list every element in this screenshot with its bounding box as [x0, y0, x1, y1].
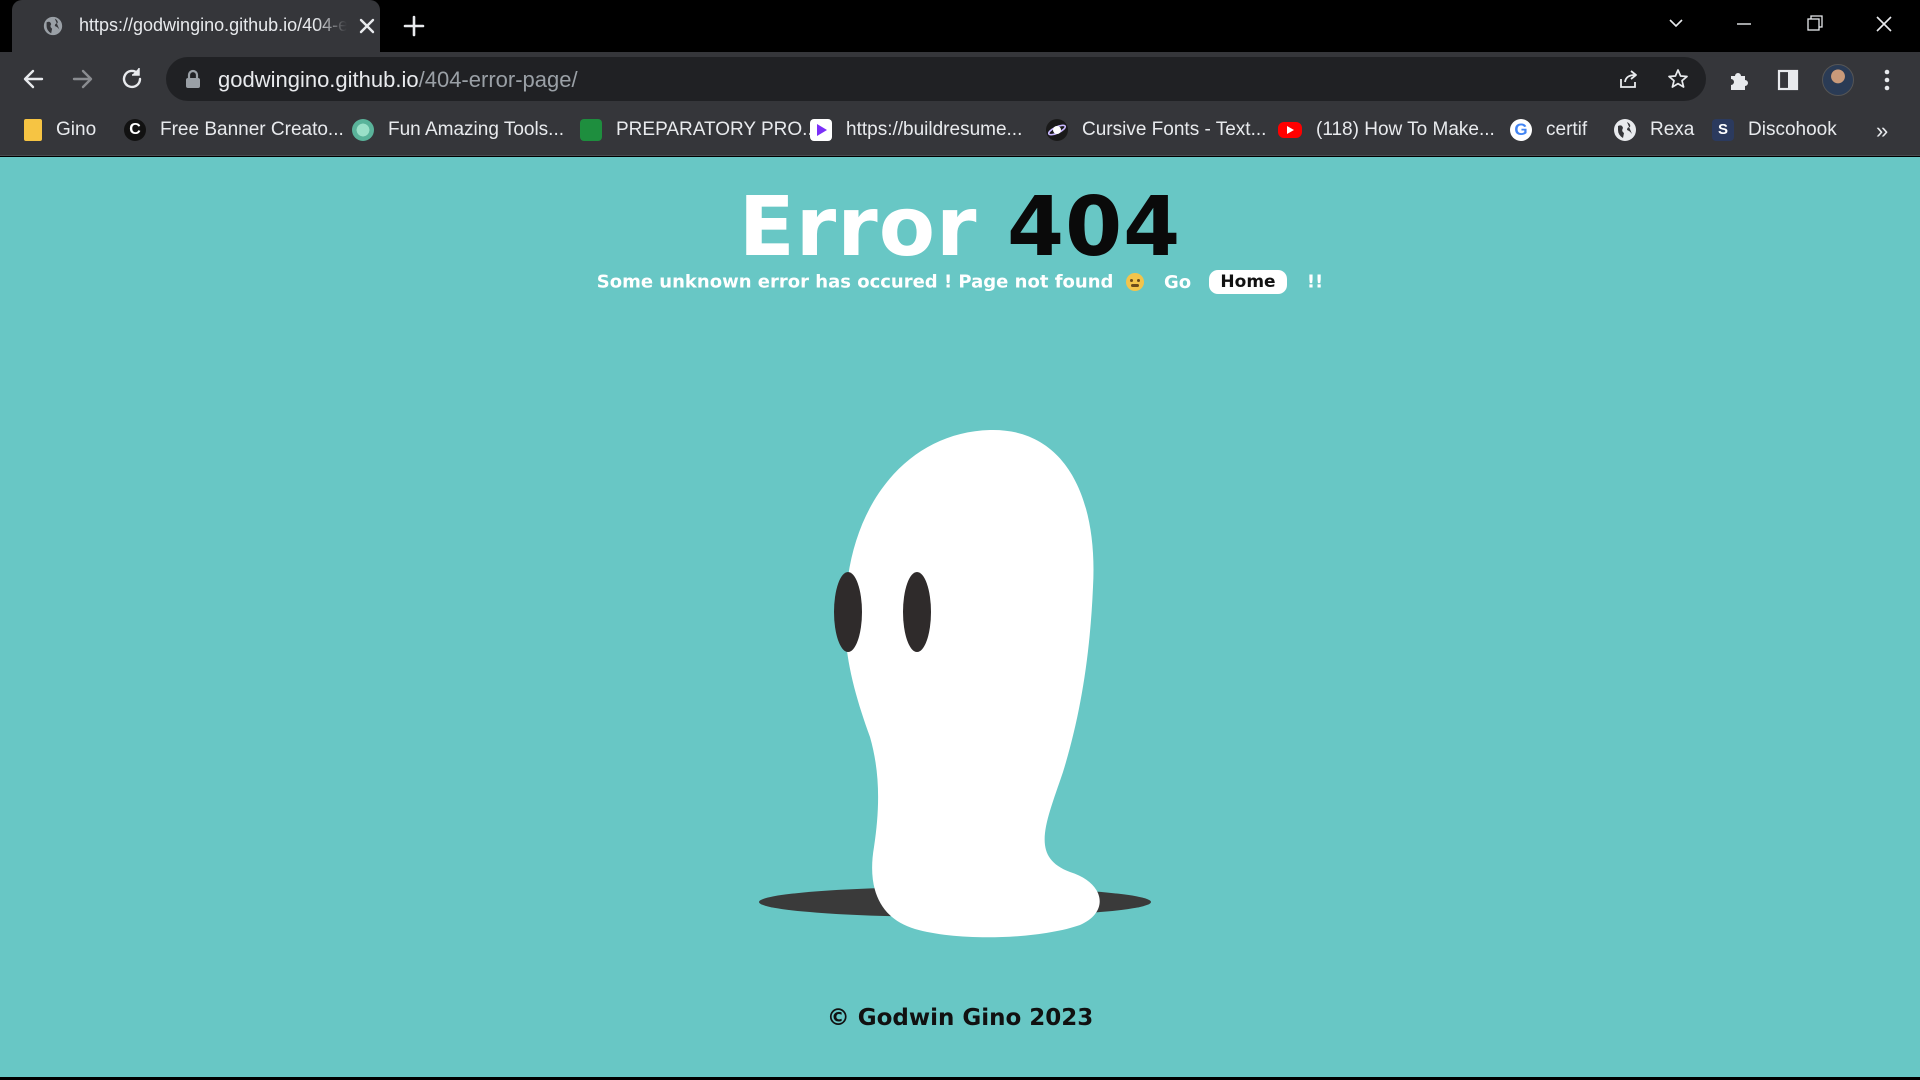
menu-kebab-icon[interactable]	[1874, 67, 1900, 93]
ghost-illustration	[759, 429, 1151, 938]
bookmark-cursive-fonts[interactable]: Cursive Fonts - Text...	[1046, 116, 1266, 144]
discohook-icon: S	[1712, 119, 1734, 141]
bookmark-label: PREPARATORY PRO...	[616, 119, 819, 140]
back-icon[interactable]	[20, 65, 48, 93]
ghost-body	[844, 429, 1100, 938]
bookmark-label: Fun Amazing Tools...	[388, 119, 565, 140]
bookmark-fun-tools[interactable]: Fun Amazing Tools...	[352, 116, 564, 144]
bookmark-label: Cursive Fonts - Text...	[1082, 119, 1267, 140]
new-tab-icon[interactable]	[400, 12, 428, 40]
play-icon	[810, 119, 832, 141]
bookmark-rexa[interactable]: Rexa	[1614, 116, 1694, 144]
tab-title: https://godwingino.github.io/404-error-p…	[79, 15, 347, 35]
close-window-icon[interactable]	[1864, 8, 1904, 40]
bookmark-star-icon[interactable]	[1666, 67, 1690, 91]
robot-icon	[352, 119, 374, 141]
bookmark-free-banner[interactable]: C Free Banner Creato...	[124, 116, 344, 144]
side-panel-icon[interactable]	[1775, 67, 1801, 93]
bookmark-buildresume[interactable]: https://buildresume...	[810, 116, 1022, 144]
extensions-icon[interactable]	[1726, 67, 1752, 93]
bookmark-label: Rexa	[1650, 119, 1695, 140]
google-icon: G	[1510, 119, 1532, 141]
c-logo-icon: C	[124, 119, 146, 141]
bookmark-certif[interactable]: G certif	[1510, 116, 1587, 144]
globe-icon	[1614, 119, 1636, 141]
bookmark-label: https://buildresume...	[846, 119, 1023, 140]
address-bar[interactable]: godwingino.github.io/404-error-page/	[166, 57, 1706, 101]
bookmark-label: (118) How To Make...	[1316, 119, 1495, 140]
footer-copyright: © Godwin Gino 2023	[826, 1005, 1094, 1031]
close-tab-icon[interactable]	[355, 14, 379, 38]
url-path: /404-error-page/	[418, 67, 578, 92]
globe-icon	[43, 16, 63, 36]
bookmark-label: certif	[1546, 119, 1588, 140]
bookmark-label: Free Banner Creato...	[160, 119, 344, 140]
browser-tab[interactable]: https://godwingino.github.io/404-error-p…	[12, 0, 380, 52]
browser-toolbar: godwingino.github.io/404-error-page/	[0, 52, 1920, 106]
youtube-icon	[1278, 122, 1302, 138]
ghost-right-eye	[903, 572, 931, 652]
tab-search-icon[interactable]	[1656, 8, 1696, 40]
bookmark-discohook[interactable]: S Discohook	[1712, 116, 1837, 144]
forward-icon[interactable]	[68, 65, 96, 93]
bookmark-label: Discohook	[1748, 119, 1837, 140]
ghost-left-eye	[834, 572, 862, 652]
more-bookmarks-chevron-icon[interactable]: »	[1876, 118, 1888, 144]
reload-icon[interactable]	[118, 65, 146, 93]
page-content: Error 404 Some unknown error has occured…	[0, 157, 1920, 1077]
bookmark-youtube[interactable]: (118) How To Make...	[1278, 116, 1495, 144]
lock-icon[interactable]	[184, 69, 202, 89]
folder-icon	[24, 119, 42, 141]
planet-icon	[1046, 119, 1068, 141]
url-text[interactable]: godwingino.github.io/404-error-page/	[218, 67, 578, 93]
classroom-icon	[580, 119, 602, 141]
share-icon[interactable]	[1617, 67, 1641, 91]
bookmark-gino[interactable]: Gino	[24, 116, 96, 144]
browser-titlebar: https://godwingino.github.io/404-error-p…	[0, 0, 1920, 52]
bookmarks-bar: Gino C Free Banner Creato... Fun Amazing…	[0, 106, 1920, 156]
restore-icon[interactable]	[1794, 8, 1834, 40]
bookmark-label: Gino	[56, 119, 97, 140]
bookmark-preparatory[interactable]: PREPARATORY PRO...	[580, 116, 818, 144]
url-host: godwingino.github.io	[218, 67, 419, 92]
profile-avatar[interactable]	[1822, 64, 1854, 96]
minimize-icon[interactable]	[1724, 8, 1764, 40]
